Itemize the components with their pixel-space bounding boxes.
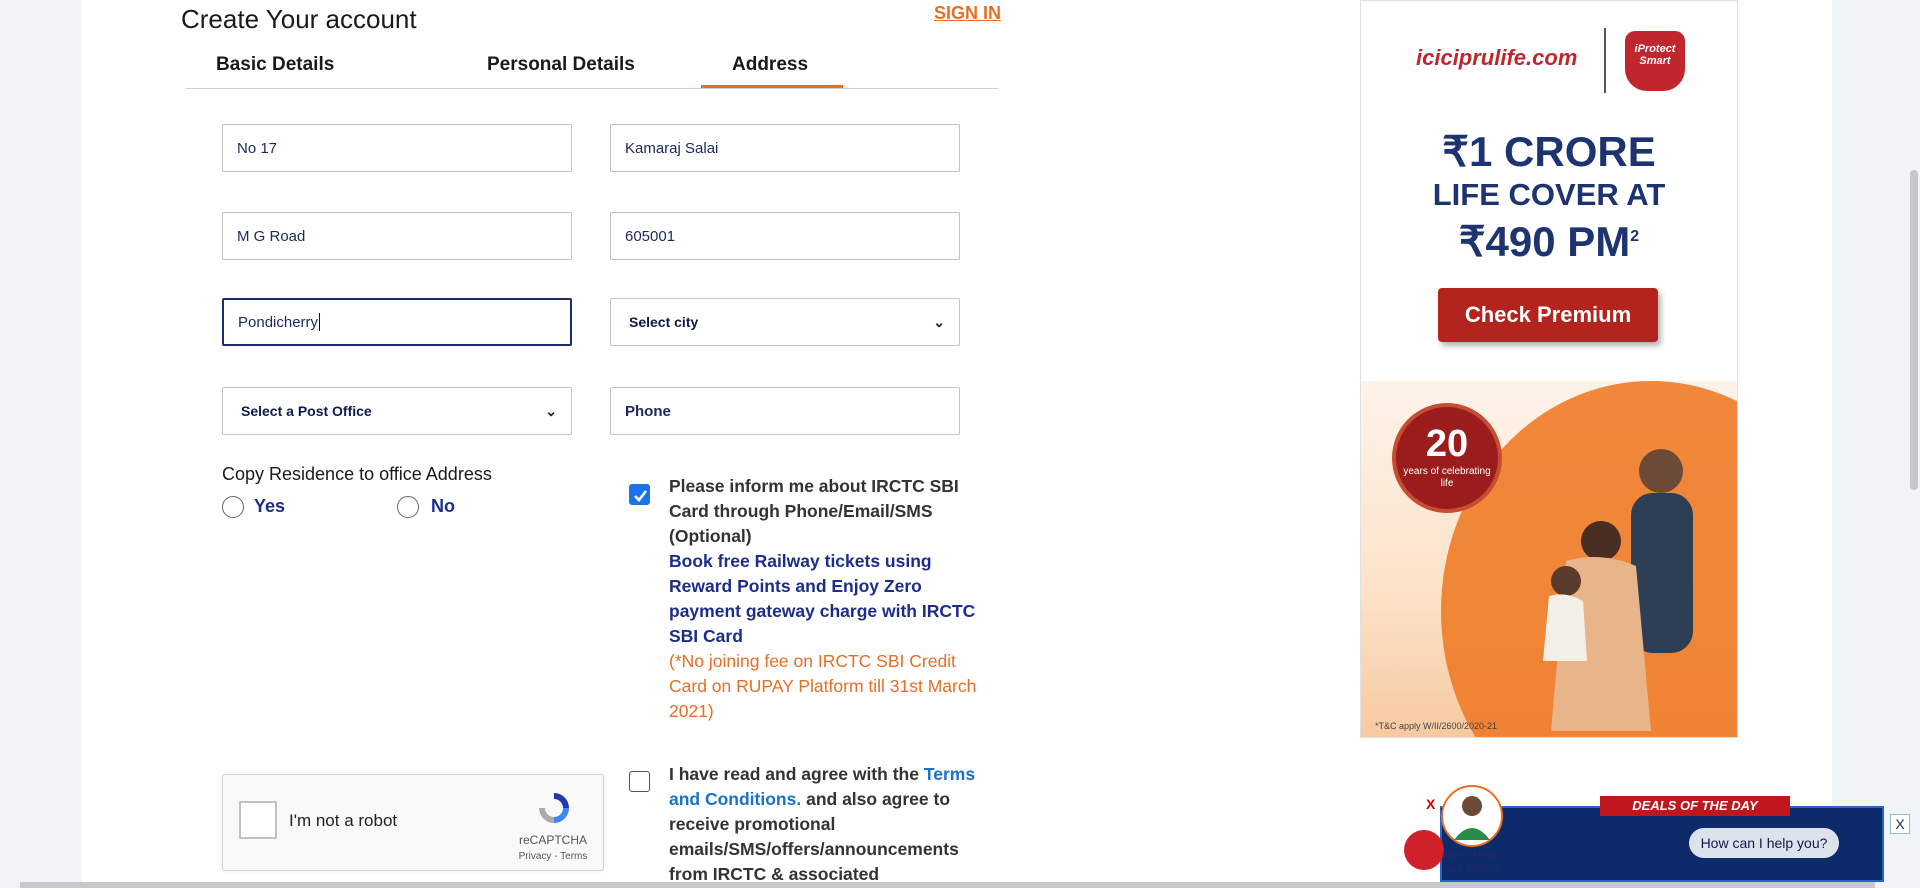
recaptcha-privacy-terms[interactable]: Privacy - Terms — [513, 851, 593, 862]
disha-avatar-icon[interactable] — [1440, 782, 1504, 848]
active-tab-indicator — [701, 85, 843, 88]
copy-address-label: Copy Residence to office Address — [222, 464, 492, 484]
sbi-card-fee-note: (*No joining fee on IRCTC SBI Credit Car… — [669, 651, 977, 721]
sbi-card-promo-text: Book free Railway tickets using Reward P… — [669, 551, 976, 646]
checkmark-icon — [634, 490, 648, 502]
copy-address-no-label[interactable]: No — [431, 496, 455, 517]
recaptcha-label: I'm not a robot — [289, 811, 398, 830]
sign-in-link[interactable]: SIGN IN — [934, 3, 1001, 24]
pincode-field[interactable]: 605001 — [610, 212, 960, 260]
city-select[interactable]: Select city ⌄ — [610, 298, 960, 346]
ad-price: ₹490 PM — [1458, 218, 1631, 265]
address-line3-field[interactable]: M G Road — [222, 212, 572, 260]
chevron-down-icon: ⌄ — [545, 402, 557, 419]
page-title: Create Your account — [181, 4, 417, 34]
ad-brand-name: iciciprulife.com — [1416, 45, 1578, 70]
advertisement-banner[interactable]: iciciprulife.com iProtect Smart ₹1 CRORE… — [1360, 0, 1738, 738]
family-illustration — [1543, 449, 1693, 731]
address-line1-field[interactable]: No 17 — [222, 124, 572, 172]
state-field[interactable]: Pondicherry — [222, 298, 572, 346]
need-help-label: Need Help? — [1443, 849, 1504, 861]
help-chat-bubble[interactable]: How can I help you? — [1689, 828, 1839, 858]
ad-divider — [1604, 28, 1606, 93]
recaptcha-widget: I'm not a robot reCAPTCHA Privacy - Term… — [222, 774, 604, 871]
post-office-select-value: Select a Post Office — [241, 403, 372, 419]
recaptcha-checkbox[interactable] — [239, 801, 277, 839]
ad-fine-print: *T&C apply W/II/2600/2020-21 — [1375, 721, 1498, 731]
phone-field[interactable]: Phone — [610, 387, 960, 435]
recaptcha-brand: reCAPTCHA — [518, 833, 587, 847]
registration-tabs: Basic Details Personal Details Address — [186, 40, 998, 89]
ad-price-sup: 2 — [1630, 228, 1640, 245]
tab-personal-details[interactable]: Personal Details — [487, 54, 635, 76]
address-line1-value: No 17 — [237, 139, 278, 157]
anniversary-badge: 20 years of celebrating life — [1392, 403, 1502, 513]
phone-placeholder: Phone — [625, 402, 671, 420]
disha-help-text[interactable]: Need Help? Ask DISHA — [1443, 848, 1504, 876]
pincode-value: 605001 — [625, 227, 676, 245]
copy-address-no-radio[interactable] — [397, 496, 419, 518]
badge-number: 20 — [1425, 423, 1469, 465]
vertical-scrollbar[interactable] — [1910, 170, 1918, 490]
address-line2-field[interactable]: Kamaraj Salai — [610, 124, 960, 172]
chevron-down-icon: ⌄ — [933, 313, 945, 330]
ad-product-logo: iProtect Smart — [1625, 31, 1685, 91]
text-cursor — [319, 313, 321, 331]
state-value: Pondicherry — [238, 313, 319, 331]
address-line2-value: Kamaraj Salai — [625, 139, 719, 157]
ad-headline-line2: LIFE COVER AT — [1432, 177, 1666, 212]
address-line3-value: M G Road — [237, 227, 306, 245]
ask-disha-label: Ask DISHA — [1443, 863, 1501, 875]
city-select-value: Select city — [629, 314, 699, 330]
ad-headline-line3: ₹490 PM2 — [1361, 217, 1737, 266]
ad-family-photo: 20 years of celebrating life *T&C apply … — [1361, 381, 1737, 737]
disha-close-icon[interactable]: X — [1426, 796, 1435, 812]
sbi-card-checkbox[interactable] — [629, 484, 650, 505]
page-container: Create Your account SIGN IN Basic Detail… — [81, 0, 1832, 888]
horizontal-scrollbar[interactable] — [20, 882, 1875, 888]
terms-checkbox[interactable] — [629, 771, 650, 792]
ad-headline-line1: ₹1 CRORE — [1442, 128, 1656, 175]
copy-address-yes-radio[interactable] — [222, 496, 244, 518]
sbi-card-consent-text: Please inform me about IRCTC SBI Card th… — [669, 476, 959, 546]
recaptcha-logo-icon — [539, 793, 569, 823]
close-icon[interactable]: X — [1890, 814, 1910, 834]
copy-address-yes-label[interactable]: Yes — [254, 496, 285, 517]
check-premium-button[interactable]: Check Premium — [1438, 288, 1658, 342]
tab-address[interactable]: Address — [732, 54, 808, 76]
tab-basic-details[interactable]: Basic Details — [216, 54, 334, 76]
terms-pre-text: I have read and agree with the — [669, 764, 919, 784]
post-office-select[interactable]: Select a Post Office ⌄ — [222, 387, 572, 435]
badge-text: years of celebrating life — [1403, 466, 1491, 489]
terms-text: I have read and agree with the Terms and… — [669, 762, 989, 887]
deals-of-day-title: DEALS OF THE DAY — [1600, 796, 1790, 816]
